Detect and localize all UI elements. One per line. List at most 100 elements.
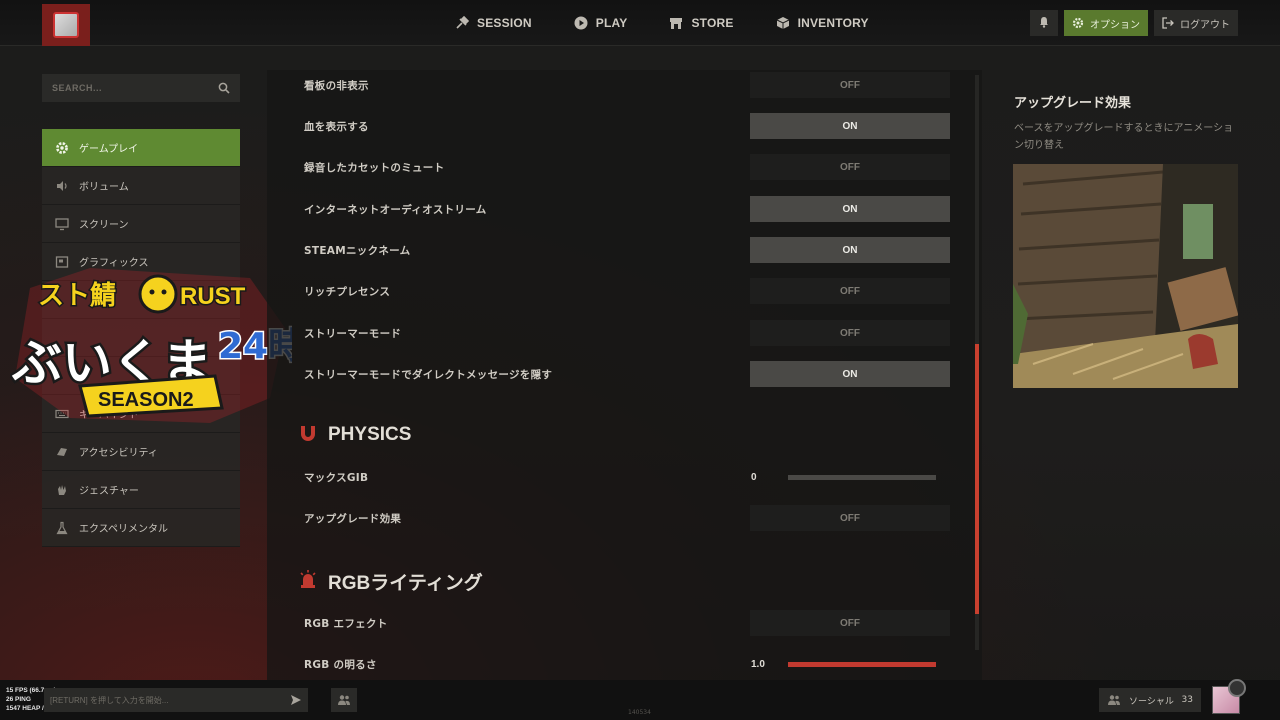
inventory-icon <box>776 16 790 30</box>
social-count: 33 <box>1181 695 1193 705</box>
search-input[interactable] <box>52 83 218 93</box>
friends-button[interactable] <box>331 688 357 712</box>
magnet-icon <box>298 423 318 447</box>
setting-toggle[interactable]: OFF <box>750 610 950 636</box>
menu-item-gestures[interactable]: ジェスチャー <box>42 471 240 509</box>
menu-item-screen[interactable]: スクリーン <box>42 205 240 243</box>
setting-row: STEAMニックネーム ON <box>304 235 951 265</box>
overlay-text-1: スト鯖 <box>38 281 116 311</box>
session-icon <box>455 16 469 30</box>
play-icon <box>574 16 588 30</box>
setting-row: リッチプレセンス OFF <box>304 276 951 306</box>
logout-icon <box>1162 17 1174 29</box>
nav-session-label: SESSION <box>477 16 532 30</box>
setting-row: アップグレード効果 OFF <box>304 503 951 533</box>
overlay-text-5: SEASON2 <box>98 389 194 411</box>
options-button[interactable]: オプション <box>1064 10 1148 36</box>
menu-item-label: ゲームプレイ <box>79 144 139 155</box>
stream-overlay-logo: スト鯖 RUST ぶいくま 24時 SEASON2 <box>9 258 306 428</box>
nav-inventory-label: INVENTORY <box>797 16 869 30</box>
chat-input[interactable] <box>50 695 290 705</box>
accessibility-icon <box>54 444 70 460</box>
nav-inventory[interactable]: INVENTORY <box>776 0 891 46</box>
section-title: PHYSICS <box>328 424 412 445</box>
speaker-icon <box>54 178 70 194</box>
menu-item-accessibility[interactable]: アクセシビリティ <box>42 433 240 471</box>
max-gib-slider[interactable] <box>788 474 936 480</box>
people-icon <box>1107 694 1121 706</box>
build-number: 140534 <box>628 709 651 716</box>
top-right-controls: オプション ログアウト <box>1030 10 1238 36</box>
social-label: ソーシャル <box>1129 696 1174 707</box>
menu-item-gameplay[interactable]: ゲームプレイ <box>42 129 240 167</box>
setting-row: 血を表示する ON <box>304 111 951 141</box>
setting-row: ストリーマーモード OFF <box>304 318 951 348</box>
menu-item-label: スクリーン <box>79 220 129 231</box>
options-label: オプション <box>1090 19 1140 31</box>
store-icon <box>669 16 683 30</box>
bear-face-icon <box>138 274 178 314</box>
section-title: RGBライティング <box>328 572 483 594</box>
slider-fill <box>788 661 936 667</box>
setting-row: インターネットオーディオストリーム ON <box>304 194 951 224</box>
scrollbar-thumb[interactable] <box>975 344 979 614</box>
setting-toggle[interactable]: OFF <box>750 154 950 180</box>
menu-item-label: ジェスチャー <box>79 486 139 497</box>
setting-row: マックスGIB 0 <box>304 462 951 492</box>
menu-item-label: エクスペリメンタル <box>79 524 168 535</box>
preview-image <box>1013 164 1238 388</box>
chat-box <box>44 688 308 712</box>
menu-item-volume[interactable]: ボリューム <box>42 167 240 205</box>
setting-toggle[interactable]: OFF <box>750 320 950 346</box>
gear-icon <box>1072 17 1084 29</box>
server-logo[interactable] <box>42 4 90 46</box>
settings-panel: 看板の非表示 OFF 血を表示する ON 録音したカセットのミュート OFF イ… <box>267 70 982 680</box>
social-button[interactable]: ソーシャル 33 <box>1099 688 1201 712</box>
nav-store-label: STORE <box>691 16 734 30</box>
section-physics: PHYSICS <box>298 421 411 449</box>
rgb-brightness-slider[interactable] <box>788 661 936 667</box>
setting-row: ストリーマーモードでダイレクトメッセージを隠す ON <box>304 359 951 389</box>
setting-row: RGB の明るさ 1.0 <box>304 649 951 679</box>
main-nav: SESSION PLAY STORE INVENTORY <box>455 0 911 46</box>
overlay-text-2: RUST <box>180 283 246 310</box>
top-nav-bar: SESSION PLAY STORE INVENTORY オプション ログアウト <box>0 0 1280 46</box>
logout-label: ログアウト <box>1180 19 1230 31</box>
info-title: アップグレード効果 <box>1014 96 1132 111</box>
monitor-icon <box>54 216 70 232</box>
siren-icon <box>298 569 318 593</box>
setting-toggle[interactable]: ON <box>750 361 950 387</box>
gesture-icon <box>54 482 70 498</box>
nav-store[interactable]: STORE <box>669 0 755 46</box>
bell-icon <box>1038 16 1050 31</box>
setting-toggle[interactable]: ON <box>750 237 950 263</box>
menu-item-label: アクセシビリティ <box>79 448 158 459</box>
logout-button[interactable]: ログアウト <box>1154 10 1238 36</box>
setting-toggle[interactable]: ON <box>750 113 950 139</box>
search-box <box>42 74 240 102</box>
setting-toggle[interactable]: OFF <box>750 278 950 304</box>
nav-play-label: PLAY <box>595 16 628 30</box>
setting-toggle[interactable]: ON <box>750 196 950 222</box>
avatar-badge-icon <box>1228 679 1246 697</box>
section-rgb: RGBライティング <box>298 567 483 595</box>
flask-icon <box>54 520 70 536</box>
setting-toggle[interactable]: OFF <box>750 505 950 531</box>
slider-value: 1.0 <box>751 658 765 670</box>
menu-item-experimental[interactable]: エクスペリメンタル <box>42 509 240 547</box>
notifications-button[interactable] <box>1030 10 1058 36</box>
setting-toggle[interactable]: OFF <box>750 72 950 98</box>
gear-icon <box>54 140 70 156</box>
nav-play[interactable]: PLAY <box>574 0 650 46</box>
send-icon[interactable] <box>290 691 302 710</box>
menu-item-label: ボリューム <box>79 182 129 193</box>
info-description: ベースをアップグレードするときにアニメーション切り替え <box>1014 123 1234 151</box>
nav-session[interactable]: SESSION <box>455 0 554 46</box>
setting-row: 看板の非表示 OFF <box>304 70 951 100</box>
logo-image <box>53 12 79 38</box>
setting-row: 録音したカセットのミュート OFF <box>304 152 951 182</box>
search-icon[interactable] <box>218 79 230 98</box>
setting-row: RGB エフェクト OFF <box>304 608 951 638</box>
people-icon <box>337 691 351 710</box>
slider-value: 0 <box>751 471 757 483</box>
